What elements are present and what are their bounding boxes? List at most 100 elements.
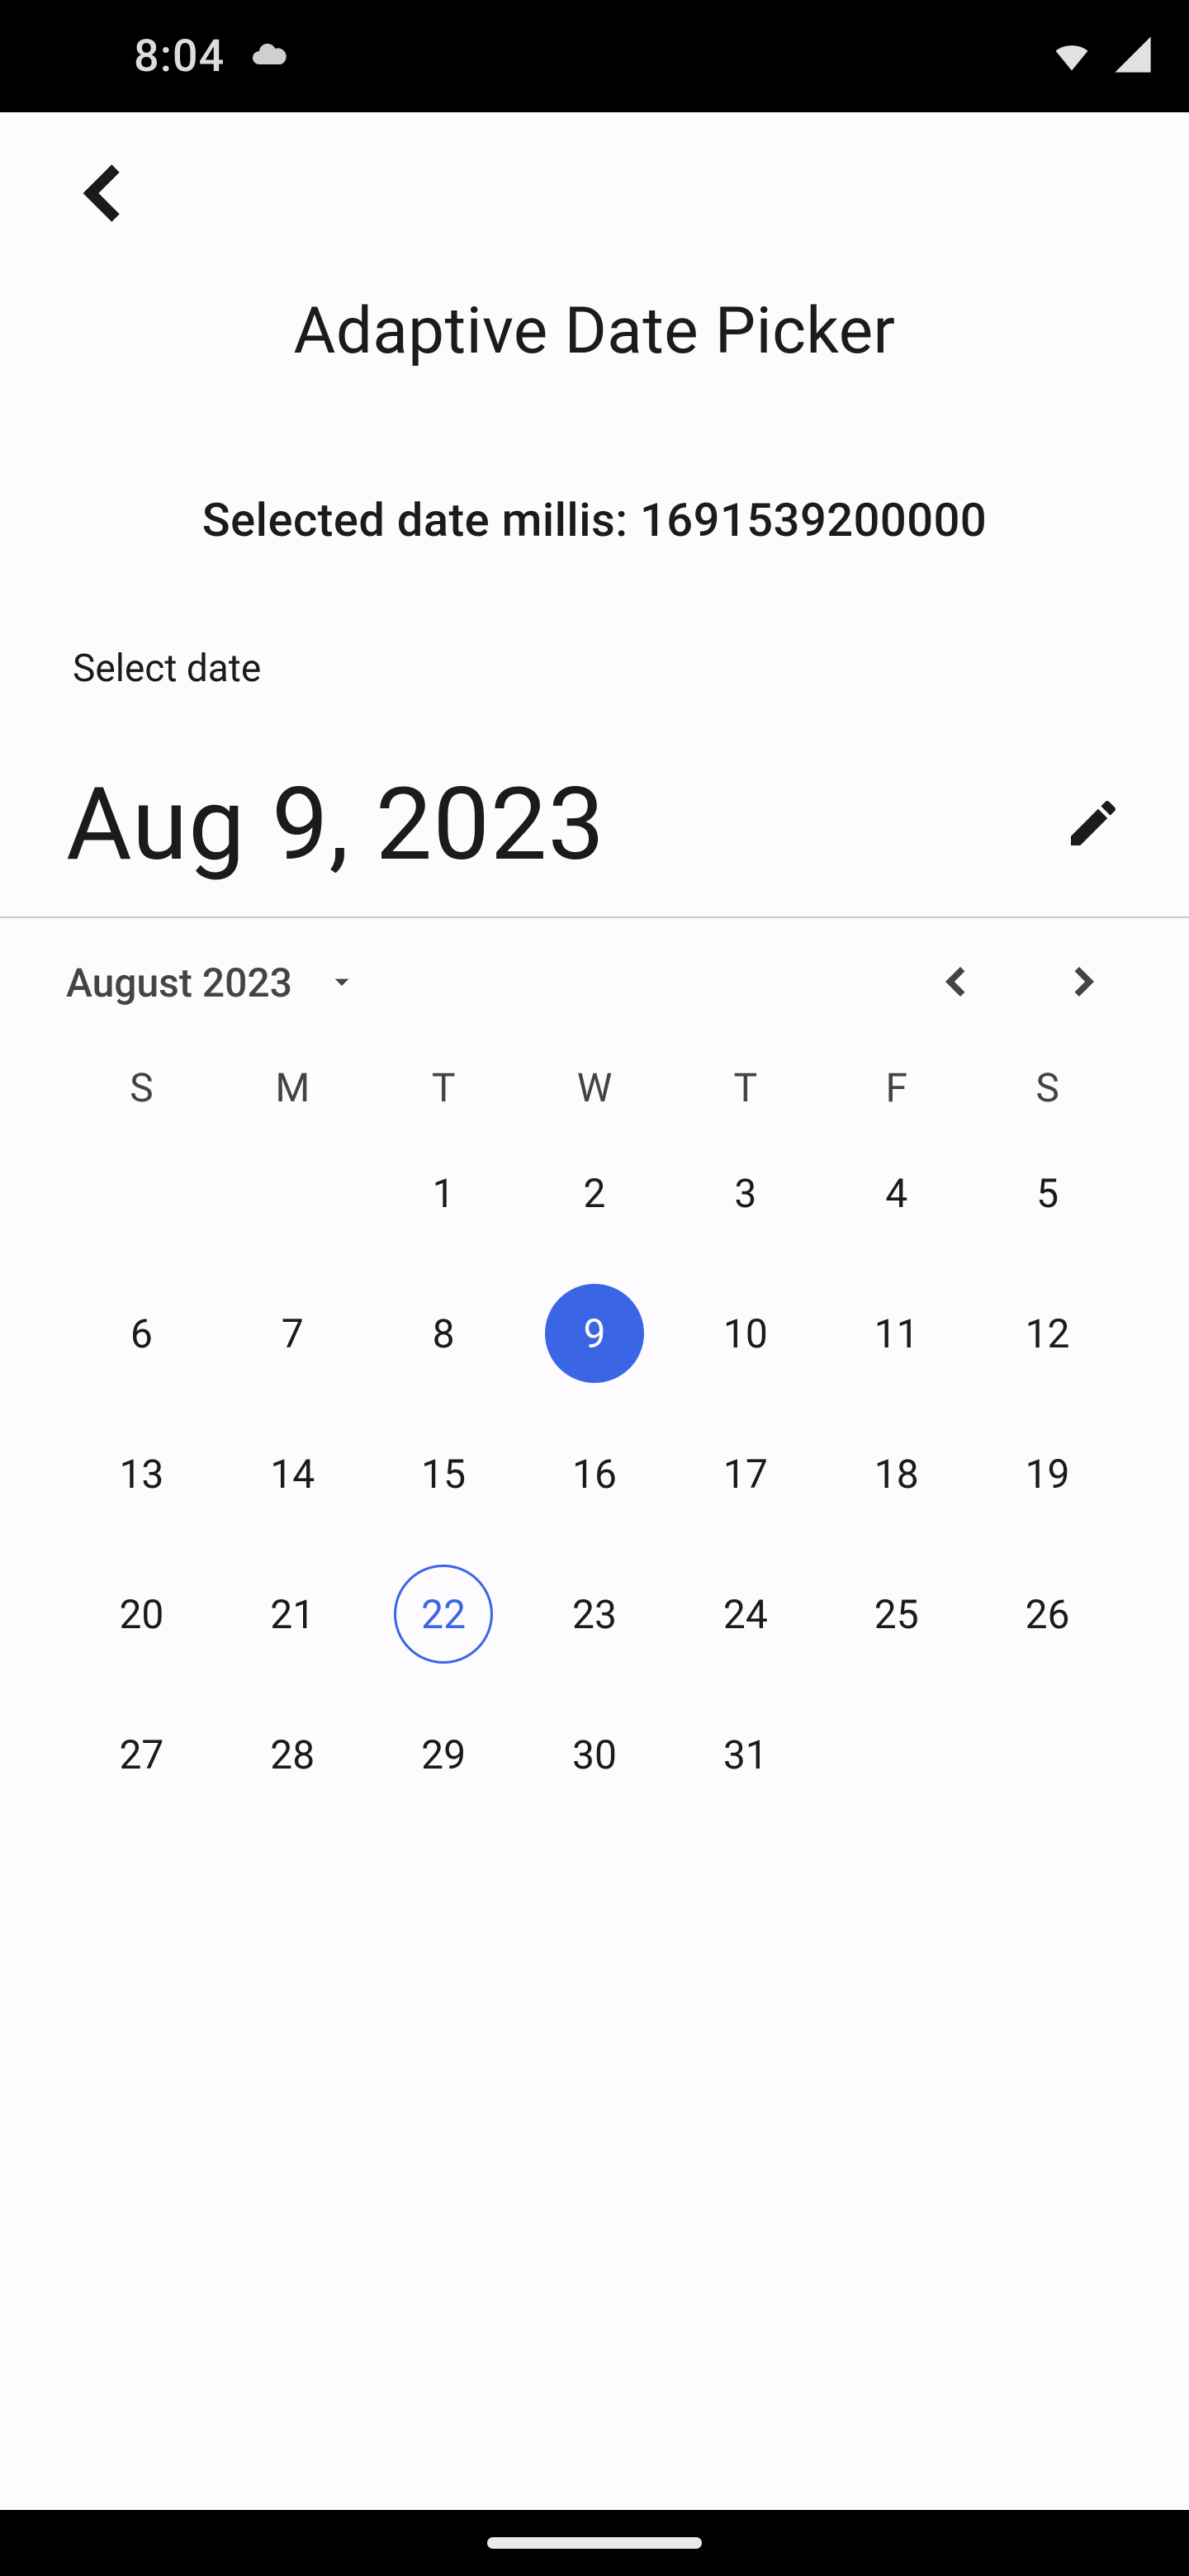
calendar-grid: 1234567891011121314151617181920212223242… (66, 1134, 1123, 1813)
calendar-day-cell: 28 (217, 1696, 368, 1813)
page-title: Adaptive Date Picker (0, 294, 1189, 369)
android-nav-bar (0, 2510, 1189, 2576)
selected-millis-text: Selected date millis: 1691539200000 (0, 493, 1189, 547)
divider (0, 916, 1189, 918)
calendar-day-cell (66, 1134, 217, 1252)
weekday-header-row: SMTWTFS (66, 1064, 1123, 1111)
day-29[interactable]: 29 (394, 1705, 493, 1804)
calendar-day-cell: 27 (66, 1696, 217, 1813)
calendar-day-cell: 26 (972, 1556, 1123, 1673)
day-1[interactable]: 1 (394, 1144, 493, 1243)
day-20[interactable]: 20 (92, 1565, 191, 1664)
day-12[interactable]: 12 (998, 1284, 1097, 1383)
month-year-button[interactable]: August 2023 (66, 959, 292, 1006)
day-13[interactable]: 13 (92, 1424, 191, 1523)
calendar-day-cell: 18 (821, 1415, 972, 1532)
day-22[interactable]: 22 (394, 1565, 493, 1664)
calendar-day-cell: 25 (821, 1556, 972, 1673)
day-2[interactable]: 2 (545, 1144, 644, 1243)
calendar-day-cell: 7 (217, 1275, 368, 1392)
day-21[interactable]: 21 (243, 1565, 342, 1664)
calendar-week-row: 27 28 29 30 31 (66, 1696, 1123, 1813)
day-19[interactable]: 19 (998, 1424, 1097, 1523)
cell-signal-icon (1111, 33, 1154, 79)
day-24[interactable]: 24 (696, 1565, 795, 1664)
calendar-day-cell: 8 (368, 1275, 519, 1392)
selected-millis-prefix: Selected date millis: (202, 493, 640, 547)
calendar-day-cell: 13 (66, 1415, 217, 1532)
weekday-6: S (972, 1064, 1123, 1111)
calendar-day-cell: 4 (821, 1134, 972, 1252)
day-8[interactable]: 8 (394, 1284, 493, 1383)
day-10[interactable]: 10 (696, 1284, 795, 1383)
day-18[interactable]: 18 (847, 1424, 946, 1523)
select-date-label: Select date (66, 646, 1123, 691)
day-14[interactable]: 14 (243, 1424, 342, 1523)
day-31[interactable]: 31 (696, 1705, 795, 1804)
day-30[interactable]: 30 (545, 1705, 644, 1804)
status-clock: 8:04 (134, 31, 225, 83)
weekday-4: T (670, 1064, 821, 1111)
camera-cutout (35, 19, 109, 93)
calendar-day-cell: 24 (670, 1556, 821, 1673)
calendar-day-cell: 29 (368, 1696, 519, 1813)
day-11[interactable]: 11 (847, 1284, 946, 1383)
edit-date-button[interactable] (1063, 793, 1123, 856)
calendar-day-cell: 1 (368, 1134, 519, 1252)
calendar-day-cell: 14 (217, 1415, 368, 1532)
weekday-5: F (821, 1064, 972, 1111)
calendar-day-cell: 5 (972, 1134, 1123, 1252)
calendar-day-cell: 20 (66, 1556, 217, 1673)
calendar-day-cell: 6 (66, 1275, 217, 1392)
weekday-3: W (519, 1064, 670, 1111)
calendar-day-cell: 30 (519, 1696, 670, 1813)
calendar-week-row: 6789 10 11 12 (66, 1275, 1123, 1392)
dropdown-icon[interactable] (325, 965, 358, 1002)
calendar-day-cell (217, 1134, 368, 1252)
day-3[interactable]: 3 (696, 1144, 795, 1243)
day-16[interactable]: 16 (545, 1424, 644, 1523)
day-4[interactable]: 4 (847, 1144, 946, 1243)
weekday-2: T (368, 1064, 519, 1111)
wifi-icon (1050, 33, 1093, 79)
calendar-day-cell: 23 (519, 1556, 670, 1673)
selected-millis-value: 1691539200000 (640, 493, 987, 547)
calendar-week-row: 20 21 22 23 24 25 26 (66, 1556, 1123, 1673)
day-28[interactable]: 28 (243, 1705, 342, 1804)
calendar-day-cell: 22 (368, 1556, 519, 1673)
calendar-day-cell: 9 (519, 1275, 670, 1392)
day-23[interactable]: 23 (545, 1565, 644, 1664)
day-27[interactable]: 27 (92, 1705, 191, 1804)
calendar-day-cell (972, 1696, 1123, 1813)
weekday-1: M (217, 1064, 368, 1111)
calendar-week-row: 12345 (66, 1134, 1123, 1252)
calendar-day-cell: 15 (368, 1415, 519, 1532)
back-button[interactable] (74, 160, 140, 230)
day-26[interactable]: 26 (998, 1565, 1097, 1664)
headline-date: Aug 9, 2023 (66, 765, 605, 883)
calendar-day-cell: 21 (217, 1556, 368, 1673)
day-9[interactable]: 9 (545, 1284, 644, 1383)
next-month-button[interactable] (1040, 963, 1123, 1004)
calendar-day-cell: 12 (972, 1275, 1123, 1392)
day-7[interactable]: 7 (243, 1284, 342, 1383)
day-6[interactable]: 6 (92, 1284, 191, 1383)
calendar-day-cell: 16 (519, 1415, 670, 1532)
calendar-week-row: 13 14 15 16 17 18 19 (66, 1415, 1123, 1532)
day-5[interactable]: 5 (998, 1144, 1097, 1243)
weekday-0: S (66, 1064, 217, 1111)
day-15[interactable]: 15 (394, 1424, 493, 1523)
day-17[interactable]: 17 (696, 1424, 795, 1523)
calendar-day-cell (821, 1696, 972, 1813)
calendar-day-cell: 10 (670, 1275, 821, 1392)
calendar-day-cell: 3 (670, 1134, 821, 1252)
calendar-day-cell: 2 (519, 1134, 670, 1252)
calendar-day-cell: 19 (972, 1415, 1123, 1532)
day-25[interactable]: 25 (847, 1565, 946, 1664)
calendar-day-cell: 31 (670, 1696, 821, 1813)
gesture-pill[interactable] (487, 2537, 702, 2549)
prev-month-button[interactable] (917, 963, 999, 1004)
calendar-day-cell: 11 (821, 1275, 972, 1392)
calendar-day-cell: 17 (670, 1415, 821, 1532)
cloud-icon (249, 35, 289, 78)
